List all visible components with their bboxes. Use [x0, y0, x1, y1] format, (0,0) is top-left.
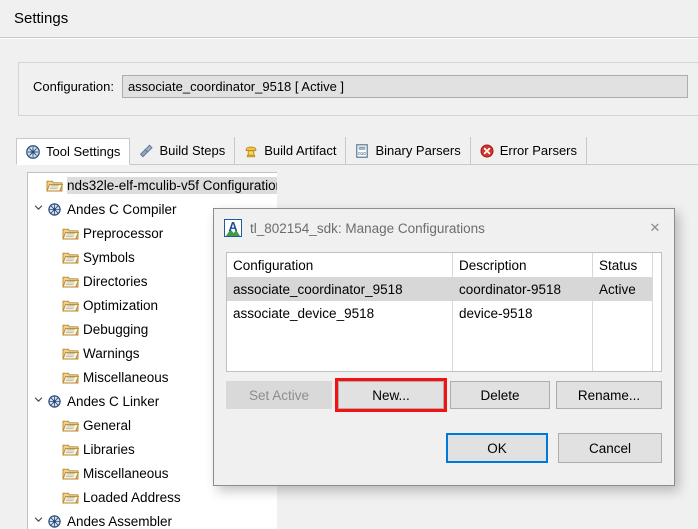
tree-item-label: Loaded Address [83, 489, 181, 505]
svg-text:010: 010 [359, 151, 367, 156]
tab-build-steps[interactable]: Build Steps [130, 137, 236, 164]
table-row[interactable]: associate_coordinator_9518 coordinator-9… [227, 277, 661, 301]
andes-app-icon: A [224, 219, 242, 237]
settings-tab-bar: Tool Settings Build Steps Build Artifact [16, 137, 698, 165]
ok-button[interactable]: OK [446, 433, 548, 463]
table-row[interactable] [227, 349, 661, 371]
tree-item-andes-assembler[interactable]: Andes Assembler [28, 509, 277, 529]
folder-icon [62, 370, 80, 385]
cancel-button[interactable]: Cancel [558, 433, 662, 463]
cell-configuration [227, 325, 453, 349]
cell-status [593, 349, 653, 371]
page-title: Settings [14, 10, 69, 27]
configurations-table[interactable]: Configuration Description Status associa… [226, 252, 662, 372]
tab-label: Error Parsers [499, 143, 578, 158]
table-header-row: Configuration Description Status [227, 253, 661, 277]
cell-status [593, 325, 653, 349]
tree-item-label: Andes C Linker [67, 393, 160, 409]
tool-settings-icon [25, 144, 41, 160]
folder-icon [62, 346, 80, 361]
tab-label: Binary Parsers [375, 143, 461, 158]
table-row[interactable]: associate_device_9518 device-9518 [227, 301, 661, 325]
rename-button[interactable]: Rename... [556, 381, 662, 409]
tree-item-label: Preprocessor [83, 225, 164, 241]
cell-configuration [227, 349, 453, 371]
close-icon[interactable]: ✕ [642, 215, 668, 241]
column-header-status[interactable]: Status [593, 253, 653, 277]
cell-status: Active [593, 277, 653, 301]
tree-item-label: Optimization [83, 297, 159, 313]
configuration-combo[interactable]: associate_coordinator_9518 [ Active ] [121, 75, 688, 98]
chevron-down-icon[interactable] [30, 395, 46, 407]
page-header: Settings [0, 0, 698, 38]
tree-item-label: nds32le-elf-mculib-v5f Configurations [67, 176, 277, 194]
folder-icon [62, 274, 80, 289]
tree-item-loaded-address[interactable]: Loaded Address [28, 485, 277, 509]
configuration-group: Configuration: associate_coordinator_951… [18, 62, 698, 116]
tree-item-label: Andes Assembler [67, 513, 173, 529]
folder-icon [62, 490, 80, 505]
svg-text:A: A [228, 220, 237, 234]
settings-icon [46, 202, 63, 217]
tab-build-artifact[interactable]: Build Artifact [235, 137, 347, 164]
chevron-down-icon[interactable] [30, 203, 46, 215]
dialog-title: tl_802154_sdk: Manage Configurations [250, 220, 485, 236]
cell-filler [653, 349, 661, 371]
tab-label: Build Steps [159, 143, 226, 158]
cell-description: coordinator-9518 [453, 277, 593, 301]
cell-status [593, 301, 653, 325]
folder-icon [62, 466, 80, 481]
column-header-description[interactable]: Description [453, 253, 593, 277]
tree-item-root[interactable]: nds32le-elf-mculib-v5f Configurations [28, 173, 277, 197]
tree-item-label: Symbols [83, 249, 135, 265]
set-active-button[interactable]: Set Active [226, 381, 332, 409]
tree-item-label: Libraries [83, 441, 135, 457]
folder-icon [62, 418, 80, 433]
tree-item-label: Miscellaneous [83, 465, 169, 481]
cell-description [453, 349, 593, 371]
configuration-row: Configuration: associate_coordinator_951… [33, 75, 698, 98]
tree-item-label: Miscellaneous [83, 369, 169, 385]
settings-icon [46, 514, 63, 529]
new-button[interactable]: New... [338, 381, 444, 409]
chevron-down-icon[interactable] [30, 515, 46, 527]
cell-description: device-9518 [453, 301, 593, 325]
column-header-filler [653, 253, 661, 277]
manage-configurations-dialog: A tl_802154_sdk: Manage Configurations ✕… [213, 208, 675, 486]
tree-item-label: General [83, 417, 132, 433]
folder-icon [62, 250, 80, 265]
table-row[interactable] [227, 325, 661, 349]
tab-tool-settings[interactable]: Tool Settings [16, 138, 131, 165]
configuration-label: Configuration: [33, 79, 114, 94]
settings-icon [46, 394, 63, 409]
folder-icon [62, 298, 80, 313]
delete-button[interactable]: Delete [450, 381, 550, 409]
binary-parsers-icon: 010 [354, 143, 370, 159]
tab-label: Build Artifact [264, 143, 337, 158]
cell-filler [653, 301, 661, 325]
tree-item-label: Andes C Compiler [67, 201, 177, 217]
tab-label: Tool Settings [46, 144, 121, 159]
folder-icon [46, 178, 64, 193]
cell-description [453, 325, 593, 349]
cell-configuration: associate_coordinator_9518 [227, 277, 453, 301]
build-artifact-icon [243, 143, 259, 159]
folder-icon [62, 322, 80, 337]
error-parsers-icon [479, 143, 495, 159]
cell-configuration: associate_device_9518 [227, 301, 453, 325]
cell-filler [653, 277, 661, 301]
cell-filler [653, 325, 661, 349]
dialog-titlebar: A tl_802154_sdk: Manage Configurations ✕ [214, 209, 674, 247]
tree-item-label: Debugging [83, 321, 149, 337]
tree-item-label: Warnings [83, 345, 140, 361]
tab-binary-parsers[interactable]: 010 Binary Parsers [346, 137, 471, 164]
folder-icon [62, 226, 80, 241]
tab-error-parsers[interactable]: Error Parsers [471, 137, 588, 164]
tree-item-label: Directories [83, 273, 148, 289]
column-header-configuration[interactable]: Configuration [227, 253, 453, 277]
folder-icon [62, 442, 80, 457]
build-steps-icon [138, 143, 154, 159]
